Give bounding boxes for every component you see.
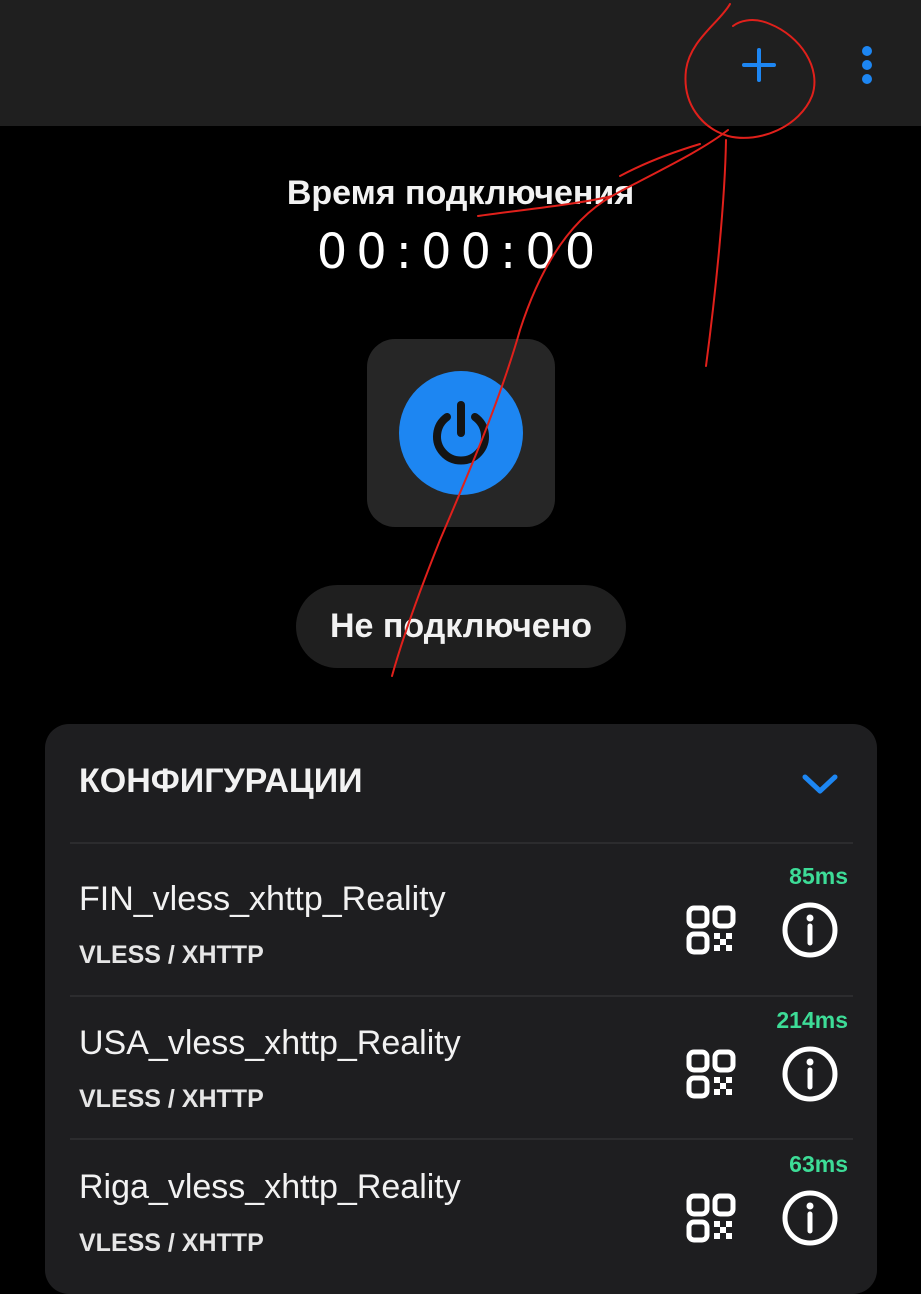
- config-name: USA_vless_xhttp_Reality: [79, 1024, 461, 1062]
- config-protocol: VLESS / XHTTP: [79, 941, 264, 969]
- qr-code-button[interactable]: [679, 898, 743, 962]
- more-vertical-icon: [862, 46, 872, 84]
- qr-code-icon: [686, 905, 736, 955]
- config-name: FIN_vless_xhttp_Reality: [79, 880, 446, 918]
- plus-icon: [742, 48, 776, 82]
- info-icon: [782, 1046, 838, 1102]
- qr-code-icon: [686, 1193, 736, 1243]
- config-item-riga[interactable]: Riga_vless_xhttp_Reality VLESS / XHTTP 6…: [45, 1132, 877, 1275]
- collapse-configurations-button[interactable]: [797, 764, 843, 804]
- power-tile: [367, 339, 555, 527]
- chevron-down-icon: [802, 774, 838, 794]
- qr-code-icon: [686, 1049, 736, 1099]
- connection-time-label: Время подключения: [286, 174, 635, 212]
- top-app-bar: [0, 0, 921, 126]
- info-button[interactable]: [778, 898, 842, 962]
- config-item-usa[interactable]: USA_vless_xhttp_Reality VLESS / XHTTP 21…: [45, 988, 877, 1131]
- power-icon: [433, 401, 489, 465]
- config-ping: 63ms: [789, 1151, 848, 1177]
- info-icon: [782, 1190, 838, 1246]
- config-ping: 85ms: [789, 863, 848, 889]
- configurations-panel: КОНФИГУРАЦИИ FIN_vless_xhttp_Reality VLE…: [45, 724, 877, 1294]
- connection-time-value: 00:00:00: [316, 224, 605, 280]
- info-icon: [782, 902, 838, 958]
- config-name: Riga_vless_xhttp_Reality: [79, 1168, 461, 1206]
- config-ping: 214ms: [776, 1007, 848, 1033]
- qr-code-button[interactable]: [679, 1186, 743, 1250]
- config-item-fin[interactable]: FIN_vless_xhttp_Reality VLESS / XHTTP 85…: [45, 844, 877, 987]
- connect-button[interactable]: [399, 371, 523, 495]
- configurations-header[interactable]: КОНФИГУРАЦИИ: [45, 724, 877, 842]
- config-protocol: VLESS / XHTTP: [79, 1229, 264, 1257]
- add-config-button[interactable]: [730, 36, 788, 94]
- config-protocol: VLESS / XHTTP: [79, 1085, 264, 1113]
- configurations-title: КОНФИГУРАЦИИ: [79, 762, 363, 800]
- info-button[interactable]: [778, 1042, 842, 1106]
- more-options-button[interactable]: [846, 36, 888, 94]
- info-button[interactable]: [778, 1186, 842, 1250]
- connection-status-badge: Не подключено: [296, 585, 626, 668]
- qr-code-button[interactable]: [679, 1042, 743, 1106]
